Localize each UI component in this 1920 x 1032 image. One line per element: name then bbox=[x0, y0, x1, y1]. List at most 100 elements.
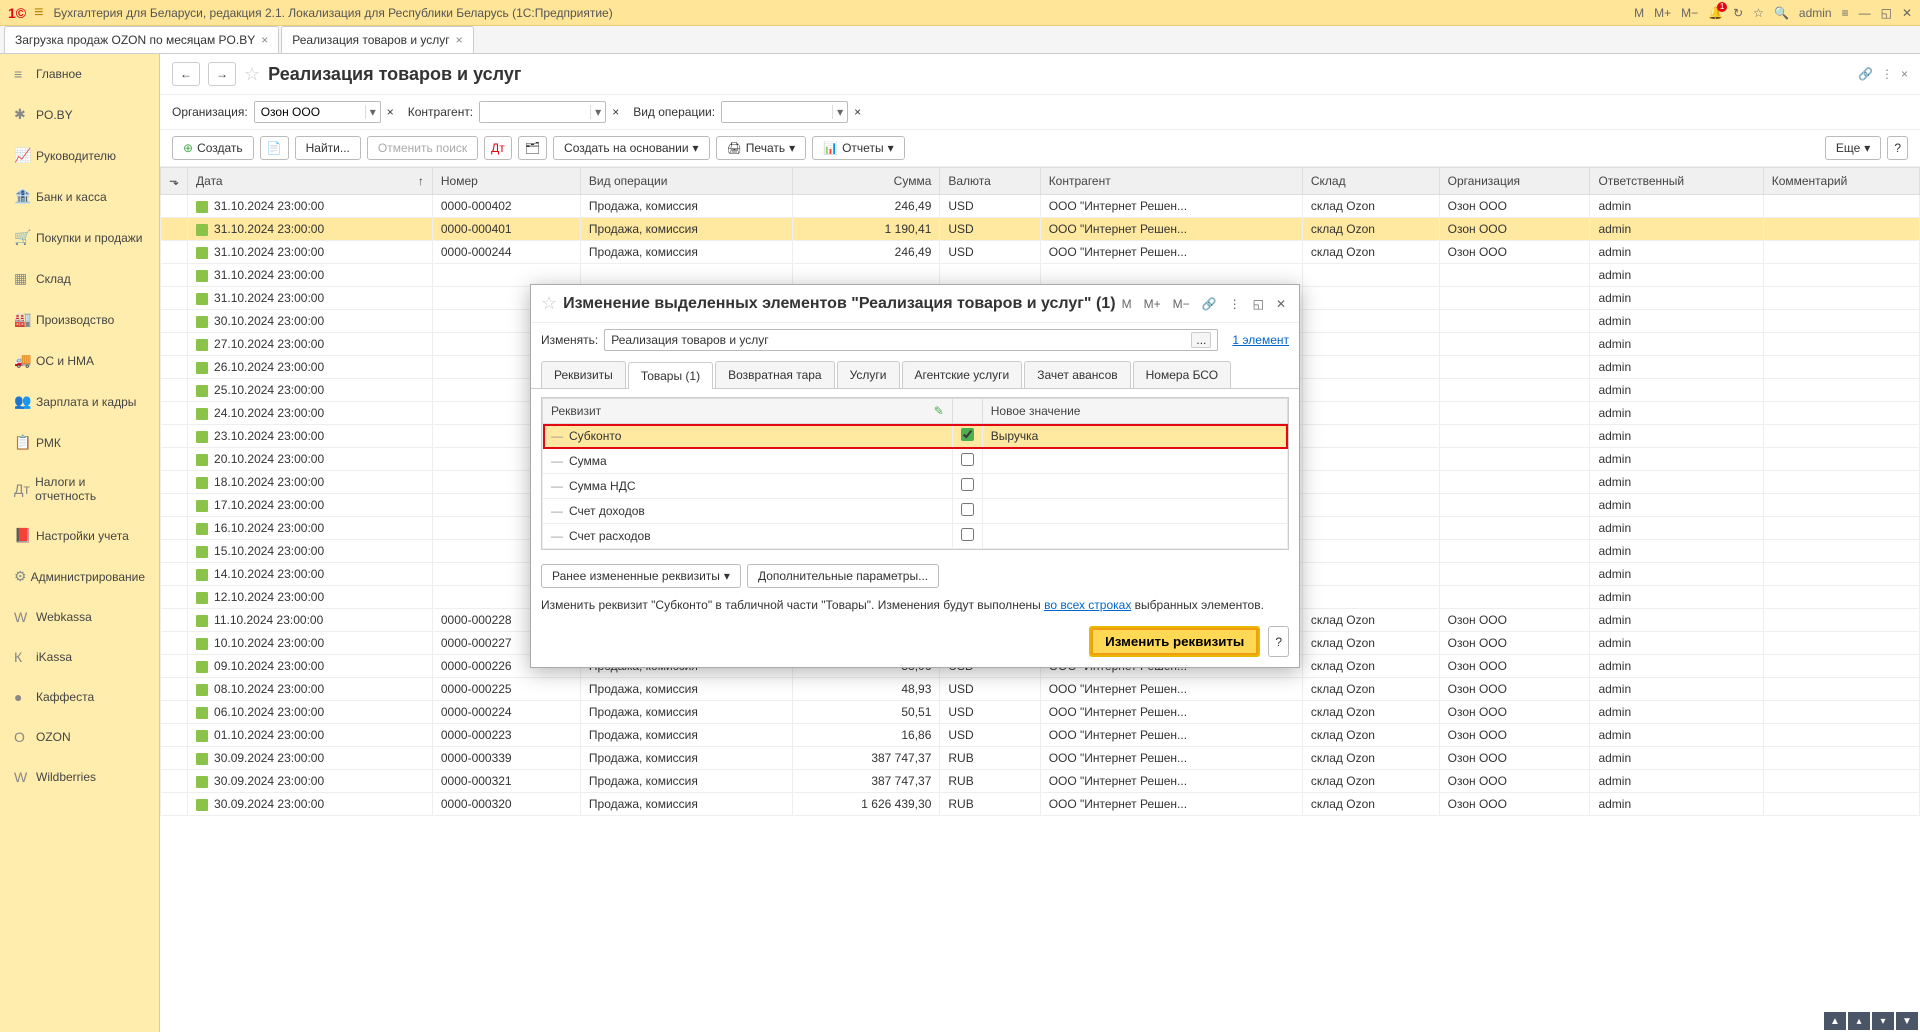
ellipsis-button[interactable]: ... bbox=[1191, 332, 1211, 348]
scroll-bottom-icon[interactable]: ▼ bbox=[1896, 1012, 1918, 1030]
more-button[interactable]: Еще ▾ bbox=[1825, 136, 1881, 160]
dialog-tab-6[interactable]: Номера БСО bbox=[1133, 361, 1231, 388]
close-icon[interactable]: ✕ bbox=[1273, 297, 1289, 311]
link-icon[interactable]: 🔗 bbox=[1199, 297, 1220, 311]
col-attribute[interactable]: Реквизит✎ bbox=[543, 399, 953, 424]
org-input[interactable] bbox=[255, 102, 365, 122]
back-button[interactable]: ← bbox=[172, 62, 200, 86]
dialog-tab-2[interactable]: Возвратная тара bbox=[715, 361, 835, 388]
dialog-m-minus[interactable]: M− bbox=[1170, 297, 1193, 311]
minimize-icon[interactable]: — bbox=[1859, 6, 1871, 20]
sidebar-item-12[interactable]: ⚙Администрирование bbox=[0, 556, 159, 597]
close-icon[interactable]: × bbox=[261, 33, 268, 47]
attribute-row[interactable]: —Сумма НДС bbox=[543, 474, 1288, 499]
memory-m[interactable]: M bbox=[1634, 6, 1644, 20]
attribute-row[interactable]: —Сумма bbox=[543, 449, 1288, 474]
print-button[interactable]: 🖨 Печать ▾ bbox=[716, 136, 807, 160]
sidebar-item-17[interactable]: WWildberries bbox=[0, 757, 159, 797]
pencil-icon[interactable]: ✎ bbox=[934, 404, 944, 418]
dialog-m[interactable]: M bbox=[1119, 297, 1135, 311]
table-row[interactable]: 31.10.2024 23:00:00 0000-000402 Продажа,… bbox=[161, 195, 1920, 218]
attribute-checkbox[interactable] bbox=[961, 503, 974, 516]
create-based-button[interactable]: Создать на основании ▾ bbox=[553, 136, 710, 160]
apply-button[interactable]: Изменить реквизиты bbox=[1089, 626, 1260, 657]
help-button[interactable]: ? bbox=[1887, 136, 1908, 160]
table-row[interactable]: 30.09.2024 23:00:00 0000-000339 Продажа,… bbox=[161, 747, 1920, 770]
sidebar-item-11[interactable]: 📕Настройки учета bbox=[0, 515, 159, 556]
maximize-icon[interactable]: ◱ bbox=[1250, 297, 1267, 311]
sidebar-item-6[interactable]: 🏭Производство bbox=[0, 299, 159, 340]
attribute-checkbox[interactable] bbox=[961, 478, 974, 491]
op-input[interactable] bbox=[722, 102, 832, 122]
find-button[interactable]: Найти... bbox=[295, 136, 361, 160]
favorite-icon[interactable]: ☆ bbox=[244, 64, 260, 85]
attribute-checkbox[interactable] bbox=[961, 428, 974, 441]
table-row[interactable]: 30.09.2024 23:00:00 0000-000320 Продажа,… bbox=[161, 793, 1920, 816]
col-currency[interactable]: Валюта bbox=[940, 168, 1040, 195]
attribute-row[interactable]: —Счет расходов bbox=[543, 524, 1288, 549]
col-comment[interactable]: Комментарий bbox=[1763, 168, 1919, 195]
chevron-down-icon[interactable]: ▾ bbox=[590, 105, 605, 119]
col-new-value[interactable]: Новое значение bbox=[982, 399, 1287, 424]
prev-changed-button[interactable]: Ранее измененные реквизиты ▾ bbox=[541, 564, 741, 588]
dialog-tab-0[interactable]: Реквизиты bbox=[541, 361, 626, 388]
favorite-icon[interactable]: ☆ bbox=[541, 293, 557, 314]
col-number[interactable]: Номер bbox=[432, 168, 580, 195]
table-row[interactable]: 08.10.2024 23:00:00 0000-000225 Продажа,… bbox=[161, 678, 1920, 701]
sidebar-item-8[interactable]: 👥Зарплата и кадры bbox=[0, 381, 159, 422]
attribute-checkbox[interactable] bbox=[961, 528, 974, 541]
kebab-icon[interactable]: ⋮ bbox=[1881, 67, 1893, 81]
dialog-tab-4[interactable]: Агентские услуги bbox=[902, 361, 1023, 388]
change-input[interactable]: Реализация товаров и услуг ... bbox=[604, 329, 1218, 351]
dtkt-button[interactable]: Дт bbox=[484, 136, 512, 160]
org-clear[interactable]: × bbox=[387, 105, 394, 119]
link-icon[interactable]: 🔗 bbox=[1858, 67, 1873, 81]
sidebar-item-14[interactable]: КiKassa bbox=[0, 637, 159, 677]
sidebar-item-10[interactable]: ДтНалоги и отчетность bbox=[0, 463, 159, 515]
copy-button[interactable]: 📄 bbox=[260, 136, 289, 160]
dialog-tab-5[interactable]: Зачет авансов bbox=[1024, 361, 1130, 388]
memory-m-plus[interactable]: M+ bbox=[1654, 6, 1671, 20]
search-icon[interactable]: 🔍 bbox=[1774, 6, 1789, 20]
attribute-checkbox[interactable] bbox=[961, 453, 974, 466]
sidebar-item-13[interactable]: WWebkassa bbox=[0, 597, 159, 637]
contr-clear[interactable]: × bbox=[612, 105, 619, 119]
sidebar-item-15[interactable]: ●Каффеста bbox=[0, 677, 159, 717]
count-link[interactable]: 1 элемент bbox=[1232, 333, 1289, 347]
chevron-down-icon[interactable]: ▾ bbox=[832, 105, 847, 119]
col-operation[interactable]: Вид операции bbox=[580, 168, 793, 195]
table-row[interactable]: 01.10.2024 23:00:00 0000-000223 Продажа,… bbox=[161, 724, 1920, 747]
contr-select[interactable]: ▾ bbox=[479, 101, 606, 123]
col-date[interactable]: Дата ↑ bbox=[188, 168, 433, 195]
tab-ozon-load[interactable]: Загрузка продаж OZON по месяцам PO.BY × bbox=[4, 26, 279, 53]
restore-icon[interactable]: ◱ bbox=[1881, 6, 1892, 20]
dialog-tab-1[interactable]: Товары (1) bbox=[628, 362, 713, 389]
col-sum[interactable]: Сумма bbox=[793, 168, 940, 195]
reports-button[interactable]: 📊 Отчеты ▾ bbox=[812, 136, 904, 160]
table-row[interactable]: 31.10.2024 23:00:00 0000-000244 Продажа,… bbox=[161, 241, 1920, 264]
chevron-down-icon[interactable]: ▾ bbox=[365, 105, 380, 119]
sidebar-item-1[interactable]: ✱PO.BY bbox=[0, 94, 159, 135]
scroll-top-icon[interactable]: ▲ bbox=[1824, 1012, 1846, 1030]
settings-icon[interactable]: ≡ bbox=[1842, 6, 1849, 20]
sidebar-item-0[interactable]: ≡Главное bbox=[0, 54, 159, 94]
cancel-find-button[interactable]: Отменить поиск bbox=[367, 136, 478, 160]
scroll-up-icon[interactable]: ▴ bbox=[1848, 1012, 1870, 1030]
user-label[interactable]: admin bbox=[1799, 6, 1832, 20]
history-icon[interactable]: ↻ bbox=[1733, 6, 1743, 20]
table-row[interactable]: 31.10.2024 23:00:00 0000-000401 Продажа,… bbox=[161, 218, 1920, 241]
op-clear[interactable]: × bbox=[854, 105, 861, 119]
close-icon[interactable]: × bbox=[456, 33, 463, 47]
forward-button[interactable]: → bbox=[208, 62, 236, 86]
attribute-row[interactable]: —Субконто Выручка bbox=[543, 424, 1288, 449]
col-icon[interactable]: ⬎ bbox=[161, 168, 188, 195]
contr-input[interactable] bbox=[480, 102, 590, 122]
all-rows-link[interactable]: во всех строках bbox=[1044, 598, 1131, 612]
sidebar-item-5[interactable]: ▦Склад bbox=[0, 258, 159, 299]
org-select[interactable]: ▾ bbox=[254, 101, 381, 123]
kebab-icon[interactable]: ⋮ bbox=[1226, 297, 1244, 311]
dialog-m-plus[interactable]: M+ bbox=[1141, 297, 1164, 311]
close-icon[interactable]: ✕ bbox=[1902, 6, 1912, 20]
sidebar-item-7[interactable]: 🚚ОС и НМА bbox=[0, 340, 159, 381]
sidebar-item-9[interactable]: 📋РМК bbox=[0, 422, 159, 463]
